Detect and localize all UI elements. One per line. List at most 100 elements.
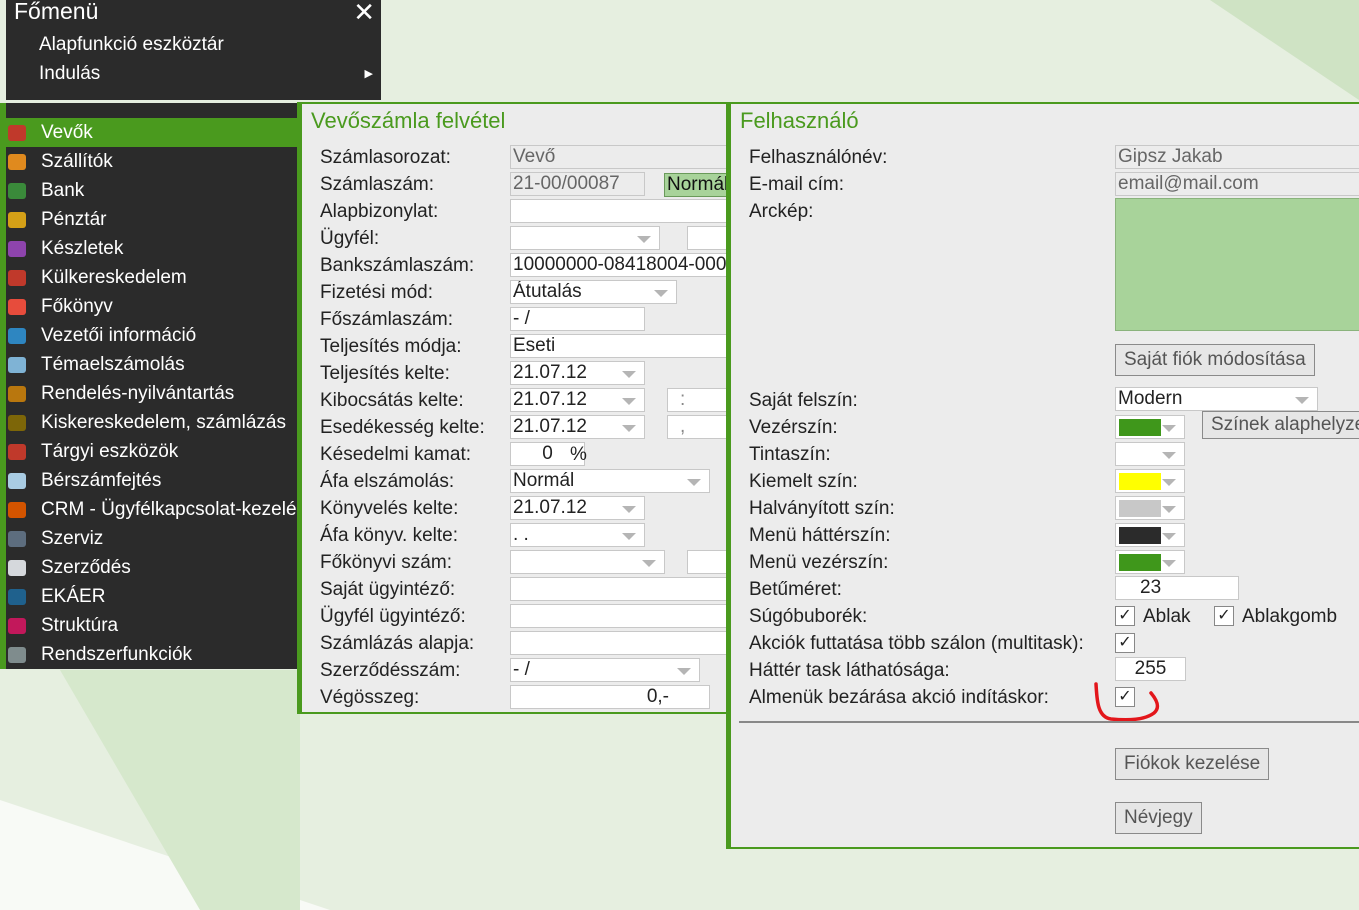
main-menu: Főmenü ✕ Alapfunkció eszköztár Indulás ▶ — [6, 0, 381, 100]
invoice-panel: Vevőszámla felvétel Számlasorozat: Vevő Sz… — [297, 102, 729, 714]
invoice-field[interactable]: - / — [510, 658, 700, 682]
invoice-field-label: Főszámlaszám: — [320, 308, 454, 330]
sidebar-item-label: Struktúra — [41, 614, 119, 636]
sidebar-item[interactable]: EKÁER — [6, 582, 297, 611]
color-picker[interactable] — [1115, 550, 1185, 574]
module-icon — [8, 472, 26, 489]
sidebar-item[interactable]: Készletek — [6, 234, 297, 263]
tooltip-button-checkbox[interactable]: ✓ — [1214, 606, 1234, 626]
color-swatch — [1119, 527, 1161, 544]
sidebar-item[interactable]: Rendszerfunkciók — [6, 640, 297, 669]
red-annotation-mark — [1094, 682, 1160, 722]
sidebar-item-label: Pénztár — [41, 208, 107, 230]
module-icon — [8, 385, 26, 402]
invoice-secondary-field[interactable] — [687, 550, 729, 574]
module-icon — [8, 646, 26, 663]
module-icon — [8, 617, 26, 634]
invoice-field[interactable] — [510, 604, 729, 628]
menu-item-startup[interactable]: Indulás — [39, 63, 100, 85]
tooltip-window-label: Ablak — [1143, 605, 1191, 627]
sidebar-item[interactable]: Vezetői információ — [6, 321, 297, 350]
tooltip-label: Súgóbuborék: — [749, 605, 868, 627]
module-icon — [8, 327, 26, 344]
invoice-field[interactable]: 21.07.12 — [510, 415, 645, 439]
invoice-field-label: Késedelmi kamat: — [320, 443, 472, 465]
font-size-label: Betűméret: — [749, 578, 842, 600]
invoice-field-label: Számlázás alapja: — [320, 632, 475, 654]
bgtask-field[interactable]: 255 — [1115, 657, 1186, 681]
submenu-arrow-icon: ▶ — [364, 68, 373, 80]
invoice-field-label: Könyvelés kelte: — [320, 497, 459, 519]
invoice-time-field[interactable]: : — [667, 388, 729, 412]
menu-item-basic-toolbar[interactable]: Alapfunkció eszköztár — [39, 34, 224, 56]
email-label: E-mail cím: — [749, 173, 844, 195]
sidebar-item[interactable]: Tárgyi eszközök — [6, 437, 297, 466]
invoice-field[interactable]: Átutalás — [510, 280, 677, 304]
invoice-field-label: Áfa elszámolás: — [320, 470, 455, 492]
invoice-field[interactable]: 21-00/00087 — [510, 172, 645, 196]
invoice-field[interactable]: Vevő — [510, 145, 729, 169]
edit-account-button[interactable]: Saját fiók módosítása — [1115, 344, 1315, 376]
sidebar-item[interactable]: CRM - Ügyfélkapcsolat-kezelés — [6, 495, 297, 524]
color-label: Menü vezérszín: — [749, 551, 889, 573]
invoice-field[interactable] — [510, 199, 729, 223]
invoice-field[interactable]: 21.07.12 — [510, 361, 645, 385]
sidebar-item[interactable]: Főkönyv — [6, 292, 297, 321]
color-picker[interactable] — [1115, 523, 1185, 547]
invoice-field[interactable] — [510, 550, 665, 574]
invoice-field[interactable]: 0,- — [510, 685, 710, 709]
invoice-field[interactable] — [510, 226, 660, 250]
sidebar-item-label: Bérszámfejtés — [41, 469, 162, 491]
reset-colors-button[interactable]: Színek alaphelyzetbe — [1202, 411, 1359, 439]
tooltip-window-checkbox[interactable]: ✓ — [1115, 606, 1135, 626]
sidebar-item[interactable]: Pénztár — [6, 205, 297, 234]
invoice-field[interactable]: . . — [510, 523, 645, 547]
sidebar-item[interactable]: Bank — [6, 176, 297, 205]
invoice-time-field[interactable]: , — [667, 415, 729, 439]
font-size-spinner[interactable]: 23 — [1115, 576, 1239, 600]
sidebar-item[interactable]: Rendelés-nyilvántartás — [6, 379, 297, 408]
about-button[interactable]: Névjegy — [1115, 802, 1202, 834]
color-label: Halványított szín: — [749, 497, 895, 519]
invoice-secondary-field[interactable] — [687, 226, 729, 250]
sidebar-item[interactable]: Szállítók — [6, 147, 297, 176]
color-swatch — [1119, 419, 1161, 436]
invoice-field[interactable]: Normál — [510, 469, 710, 493]
invoice-type-badge: Normál — [664, 173, 729, 197]
invoice-field[interactable] — [510, 631, 729, 655]
color-picker[interactable] — [1115, 469, 1185, 493]
color-picker[interactable] — [1115, 415, 1185, 439]
sidebar-item[interactable]: Témaelszámolás — [6, 350, 297, 379]
color-label: Vezérszín: — [749, 416, 838, 438]
sidebar-item[interactable]: Kiskereskedelem, számlázás — [6, 408, 297, 437]
avatar-image[interactable] — [1115, 198, 1359, 331]
user-title: Felhasználó — [740, 108, 859, 133]
skin-select[interactable]: Modern — [1115, 387, 1318, 411]
invoice-field-label: Alapbizonylat: — [320, 200, 439, 222]
invoice-field[interactable]: Eseti — [510, 334, 729, 358]
color-picker[interactable] — [1115, 496, 1185, 520]
sidebar-item-label: Tárgyi eszközök — [41, 440, 179, 462]
sidebar-item[interactable]: Vevők — [6, 118, 297, 147]
username-field[interactable]: Gipsz Jakab — [1115, 145, 1359, 169]
sidebar-item[interactable]: Külkereskedelem — [6, 263, 297, 292]
module-sidebar: Vevők Szállítók Bank Pénztár Készletek Külker… — [0, 103, 297, 669]
multitask-checkbox[interactable]: ✓ — [1115, 633, 1135, 653]
invoice-field[interactable]: 21.07.12 — [510, 496, 645, 520]
email-field[interactable]: email@mail.com — [1115, 172, 1359, 196]
invoice-field[interactable] — [510, 577, 729, 601]
manage-accounts-button[interactable]: Fiókok kezelése — [1115, 748, 1270, 780]
invoice-field[interactable]: 21.07.12 — [510, 388, 645, 412]
close-icon[interactable]: ✕ — [353, 0, 375, 28]
invoice-field[interactable]: - / — [510, 307, 645, 331]
sidebar-item[interactable]: Szerződés — [6, 553, 297, 582]
color-picker[interactable] — [1115, 442, 1185, 466]
invoice-field[interactable]: 10000000-08418004-00000000 — [510, 253, 729, 277]
sidebar-item[interactable]: Struktúra — [6, 611, 297, 640]
sidebar-item-label: Szerződés — [41, 556, 131, 578]
sidebar-item[interactable]: Szerviz — [6, 524, 297, 553]
sidebar-item[interactable]: Bérszámfejtés — [6, 466, 297, 495]
sidebar-item-label: Témaelszámolás — [41, 353, 185, 375]
username-label: Felhasználónév: — [749, 146, 888, 168]
sidebar-item-label: CRM - Ügyfélkapcsolat-kezelés — [41, 498, 297, 520]
